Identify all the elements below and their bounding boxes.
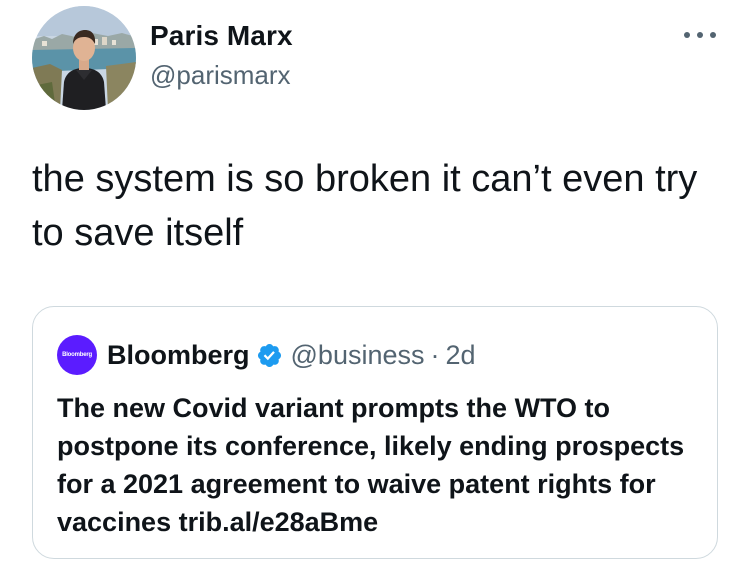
author-avatar-photo	[32, 6, 136, 110]
quoted-author-handle[interactable]: @business	[291, 340, 425, 371]
author-name[interactable]: Paris Marx	[150, 20, 293, 52]
author-handle[interactable]: @parismarx	[150, 60, 291, 91]
quoted-tweet-timestamp[interactable]: 2d	[446, 340, 476, 371]
tweet-screenshot: Paris Marx @parismarx the system is so b…	[0, 0, 750, 585]
verified-badge-icon	[256, 342, 283, 369]
quoted-author-avatar[interactable]: Bloomberg	[57, 335, 97, 375]
quoted-tweet-header: Bloomberg Bloomberg @business · 2d	[57, 335, 476, 375]
tweet-text: the system is so broken it can’t even tr…	[32, 158, 698, 254]
author-avatar[interactable]	[32, 6, 136, 110]
quoted-tweet-card[interactable]: Bloomberg Bloomberg @business · 2d The n…	[32, 306, 718, 559]
more-dot	[710, 32, 716, 38]
separator-dot: ·	[430, 339, 440, 370]
quoted-author-avatar-logo: Bloomberg	[62, 352, 92, 358]
quoted-tweet-text: The new Covid variant prompts the WTO to…	[57, 393, 685, 537]
more-dot	[697, 32, 703, 38]
quoted-author-name[interactable]: Bloomberg	[107, 340, 250, 371]
more-dot	[684, 32, 690, 38]
more-horizontal-icon[interactable]	[684, 28, 716, 42]
